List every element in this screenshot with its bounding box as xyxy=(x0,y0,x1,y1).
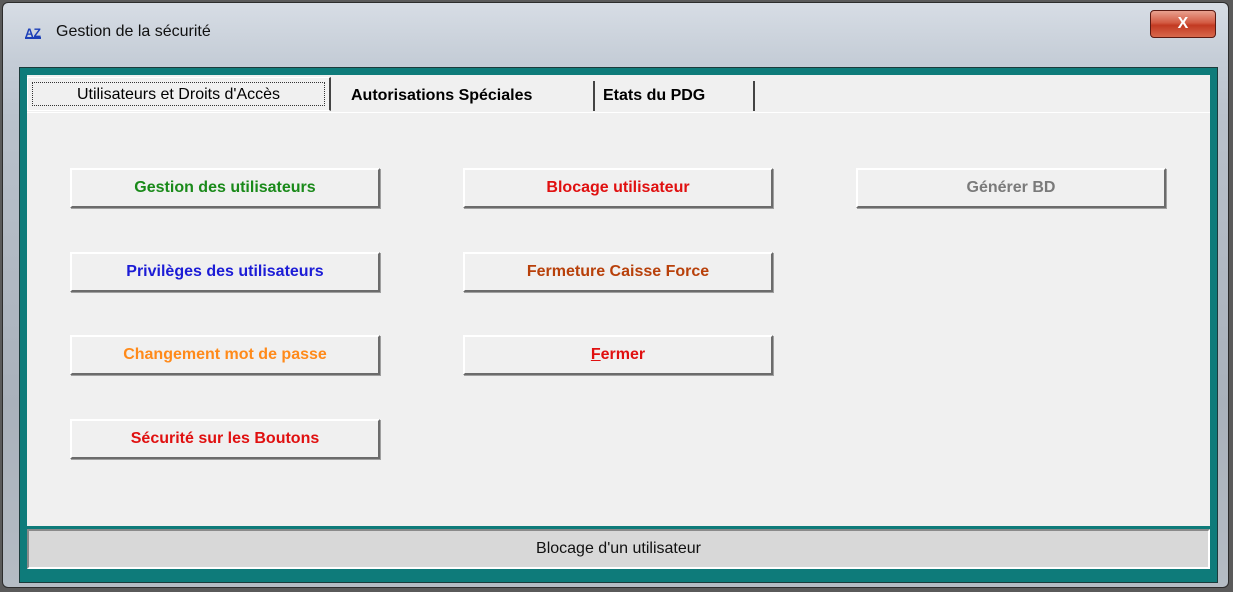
button-label: Changement mot de passe xyxy=(123,346,327,363)
changement-mot-de-passe-button[interactable]: Changement mot de passe xyxy=(70,335,380,375)
label-rest: ermer xyxy=(600,346,646,363)
generer-bd-button[interactable]: Générer BD xyxy=(856,168,1166,208)
main-frame: Utilisateurs et Droits d'Accès Autorisat… xyxy=(19,67,1218,583)
mnemonic-letter: F xyxy=(590,346,601,363)
button-label: Générer BD xyxy=(966,179,1056,196)
close-icon: X xyxy=(1177,15,1189,32)
button-label: Blocage utilisateur xyxy=(546,179,690,196)
button-label: Fermeture Caisse Force xyxy=(526,263,710,280)
tab-etats-pdg[interactable]: Etats du PDG xyxy=(597,81,755,111)
privileges-utilisateurs-button[interactable]: Privilèges des utilisateurs xyxy=(70,252,380,292)
app-az-icon: AZ xyxy=(23,23,43,43)
button-label: Fermer xyxy=(591,346,645,363)
tab-label: Etats du PDG xyxy=(603,87,706,104)
tab-autorisations-speciales[interactable]: Autorisations Spéciales xyxy=(345,81,595,111)
securite-boutons-button[interactable]: Sécurité sur les Boutons xyxy=(70,419,380,459)
button-label: Gestion des utilisateurs xyxy=(134,179,316,196)
fermeture-caisse-force-button[interactable]: Fermeture Caisse Force xyxy=(463,252,773,292)
tab-label: Autorisations Spéciales xyxy=(351,87,533,104)
security-window: AZ Gestion de la sécurité X Utilisateurs… xyxy=(2,2,1229,588)
tab-strip: Utilisateurs et Droits d'Accès Autorisat… xyxy=(27,75,1210,112)
close-button[interactable]: X xyxy=(1150,10,1216,38)
tab-utilisateurs-droits[interactable]: Utilisateurs et Droits d'Accès xyxy=(27,77,331,111)
tab-panel: Gestion des utilisateurs Privilèges des … xyxy=(27,112,1210,526)
button-label: Privilèges des utilisateurs xyxy=(126,263,324,280)
window-title: Gestion de la sécurité xyxy=(56,23,211,40)
gestion-utilisateurs-button[interactable]: Gestion des utilisateurs xyxy=(70,168,380,208)
fermer-button[interactable]: Fermer xyxy=(463,335,773,375)
title-bar[interactable]: AZ Gestion de la sécurité X xyxy=(3,3,1228,59)
status-bar: Blocage d'un utilisateur xyxy=(27,529,1210,569)
blocage-utilisateur-button[interactable]: Blocage utilisateur xyxy=(463,168,773,208)
button-label: Sécurité sur les Boutons xyxy=(130,430,320,447)
tab-label: Utilisateurs et Droits d'Accès xyxy=(32,82,325,106)
